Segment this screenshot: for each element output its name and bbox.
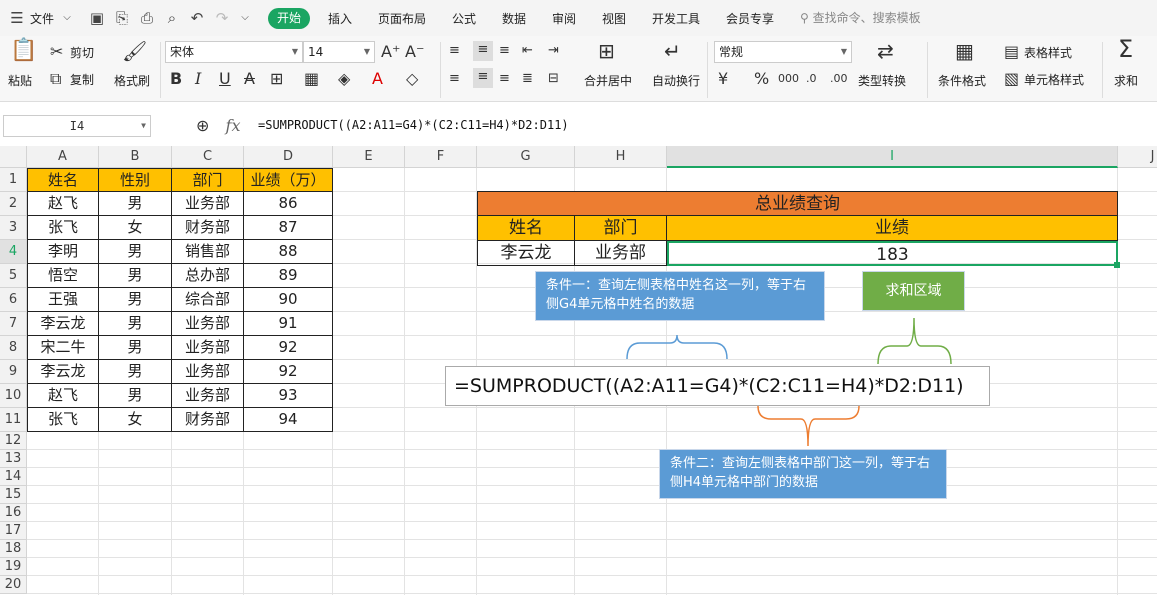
number-format-select[interactable]: 常规 ▼ xyxy=(714,41,852,63)
conditional-format-button[interactable]: 条件格式 xyxy=(938,72,986,89)
format-painter-button[interactable]: 格式刷 xyxy=(114,72,150,89)
font-size-select[interactable]: 14 ▼ xyxy=(303,41,375,63)
save-icon[interactable]: ▣ xyxy=(88,9,106,27)
align-left-icon[interactable]: ≡ xyxy=(449,70,460,88)
tab-developer[interactable]: 开发工具 xyxy=(652,10,700,27)
conditional-format-icon[interactable]: ▦ xyxy=(955,41,974,61)
thousands-separator-icon[interactable]: 000 xyxy=(778,70,799,88)
cell-style-button[interactable]: 单元格样式 xyxy=(1024,71,1084,88)
table-style-icon[interactable]: ▤ xyxy=(1004,43,1019,61)
italic-icon[interactable]: I xyxy=(195,70,201,88)
tab-insert[interactable]: 插入 xyxy=(328,10,352,27)
align-right-icon[interactable]: ≡ xyxy=(499,70,510,88)
copy-button[interactable]: 复制 xyxy=(70,71,94,88)
print-preview-icon[interactable]: ⌕ xyxy=(163,9,181,27)
tab-start[interactable]: 开始 xyxy=(268,8,310,29)
tab-view[interactable]: 视图 xyxy=(602,10,626,27)
zoom-icon[interactable]: ⊕ xyxy=(196,117,209,135)
percent-icon[interactable]: % xyxy=(754,70,769,88)
fill-pattern-icon[interactable]: ▦ xyxy=(304,70,319,88)
name-box[interactable]: I4 ▼ xyxy=(3,115,151,137)
align-center-icon[interactable]: ≡ xyxy=(473,68,493,88)
formula-bar: I4 ▼ ⊕ fx =SUMPRODUCT((A2:A11=G4)*(C2:C11… xyxy=(0,110,1157,142)
underline-icon[interactable]: U xyxy=(219,70,231,88)
auto-wrap-button[interactable]: 自动换行 xyxy=(652,72,700,89)
merge-center-icon[interactable]: ⊞ xyxy=(598,41,615,61)
type-convert-icon[interactable]: ⇄ xyxy=(877,41,894,61)
auto-wrap-icon[interactable]: ↵ xyxy=(664,41,681,61)
cut-button[interactable]: 剪切 xyxy=(70,44,94,61)
copy-icon[interactable]: ⧉ xyxy=(50,70,61,88)
border-icon[interactable]: ⊞ xyxy=(270,70,283,88)
fill-color-icon[interactable]: ◈ xyxy=(338,70,350,88)
increase-font-icon[interactable]: A⁺ xyxy=(381,43,400,61)
decrease-font-icon[interactable]: A⁻ xyxy=(405,43,424,61)
paste-icon[interactable]: 📋 xyxy=(10,40,37,62)
clear-format-icon[interactable]: ◇ xyxy=(406,70,418,88)
font-color-icon[interactable]: A xyxy=(372,70,383,88)
sum-icon[interactable]: Σ xyxy=(1118,37,1133,61)
cut-icon[interactable]: ✂ xyxy=(50,43,63,61)
increase-decimal-icon[interactable]: .0 xyxy=(806,70,817,88)
chevron-down-icon[interactable]: ⌵ xyxy=(236,9,254,27)
merge-center-button[interactable]: 合并居中 xyxy=(584,72,632,89)
file-menu[interactable]: 文件 xyxy=(30,10,54,27)
tab-formulas[interactable]: 公式 xyxy=(452,10,476,27)
ribbon: 📋 粘贴 ✂ 剪切 ⧉ 复制 🖌 格式刷 宋体 ▼ 14 ▼ A⁺ A⁻ B I U… xyxy=(0,36,1157,102)
strikethrough-icon[interactable]: A xyxy=(244,70,255,88)
undo-icon[interactable]: ↶ xyxy=(188,9,206,27)
export-pdf-icon[interactable]: ⎘ xyxy=(113,9,131,27)
decrease-decimal-icon[interactable]: .00 xyxy=(830,70,848,88)
align-middle-icon[interactable]: ≡ xyxy=(473,41,493,61)
tab-review[interactable]: 审阅 xyxy=(552,10,576,27)
search-box[interactable]: ⚲ 查找命令、搜索模板 xyxy=(800,9,940,27)
function-icon[interactable]: fx xyxy=(222,117,244,135)
increase-indent-icon[interactable]: ⇥ xyxy=(548,42,559,60)
formula-annotation: =SUMPRODUCT((A2:A11=G4)*(C2:C11=H4)*D2:D… xyxy=(445,366,990,406)
type-convert-button[interactable]: 类型转换 xyxy=(858,72,906,89)
search-placeholder: 查找命令、搜索模板 xyxy=(812,11,921,25)
condition2-callout: 条件二：查询左侧表格中部门这一列，等于右侧H4单元格中部门的数据 xyxy=(659,449,947,499)
justify-icon[interactable]: ≣ xyxy=(522,70,533,88)
chevron-down-icon[interactable]: ⌵ xyxy=(58,9,76,27)
align-top-icon[interactable]: ≡ xyxy=(449,42,460,60)
tab-page-layout[interactable]: 页面布局 xyxy=(378,10,426,27)
decrease-indent-icon[interactable]: ⇤ xyxy=(522,42,533,60)
hamburger-menu-icon[interactable]: ☰ xyxy=(8,9,26,27)
font-name-select[interactable]: 宋体 ▼ xyxy=(165,41,303,63)
tab-data[interactable]: 数据 xyxy=(502,10,526,27)
paste-button[interactable]: 粘贴 xyxy=(8,72,32,89)
table-style-button[interactable]: 表格样式 xyxy=(1024,44,1072,61)
tab-member[interactable]: 会员专享 xyxy=(726,10,774,27)
print-icon[interactable]: ⎙ xyxy=(138,9,156,27)
distribute-icon[interactable]: ⊟ xyxy=(548,70,559,88)
sum-button[interactable]: 求和 xyxy=(1114,72,1138,89)
spreadsheet-grid[interactable]: A B C D E F G H I J 1 2 3 4 5 6 7 8 9 10 11 12 13 14 1… xyxy=(0,146,1157,595)
redo-icon[interactable]: ↷ xyxy=(213,9,231,27)
search-icon: ⚲ xyxy=(800,11,809,25)
cell-style-icon[interactable]: ▧ xyxy=(1004,70,1019,88)
menu-bar: ☰ 文件 ⌵ ▣ ⎘ ⎙ ⌕ ↶ ↷ ⌵ 开始 插入 页面布局 公式 数据 审阅… xyxy=(0,0,1157,36)
currency-icon[interactable]: ¥ xyxy=(718,70,728,88)
bold-icon[interactable]: B xyxy=(170,70,182,88)
align-bottom-icon[interactable]: ≡ xyxy=(499,42,510,60)
format-painter-icon[interactable]: 🖌 xyxy=(122,41,147,61)
formula-input[interactable]: =SUMPRODUCT((A2:A11=G4)*(C2:C11=H4)*D2:D… xyxy=(258,118,569,132)
